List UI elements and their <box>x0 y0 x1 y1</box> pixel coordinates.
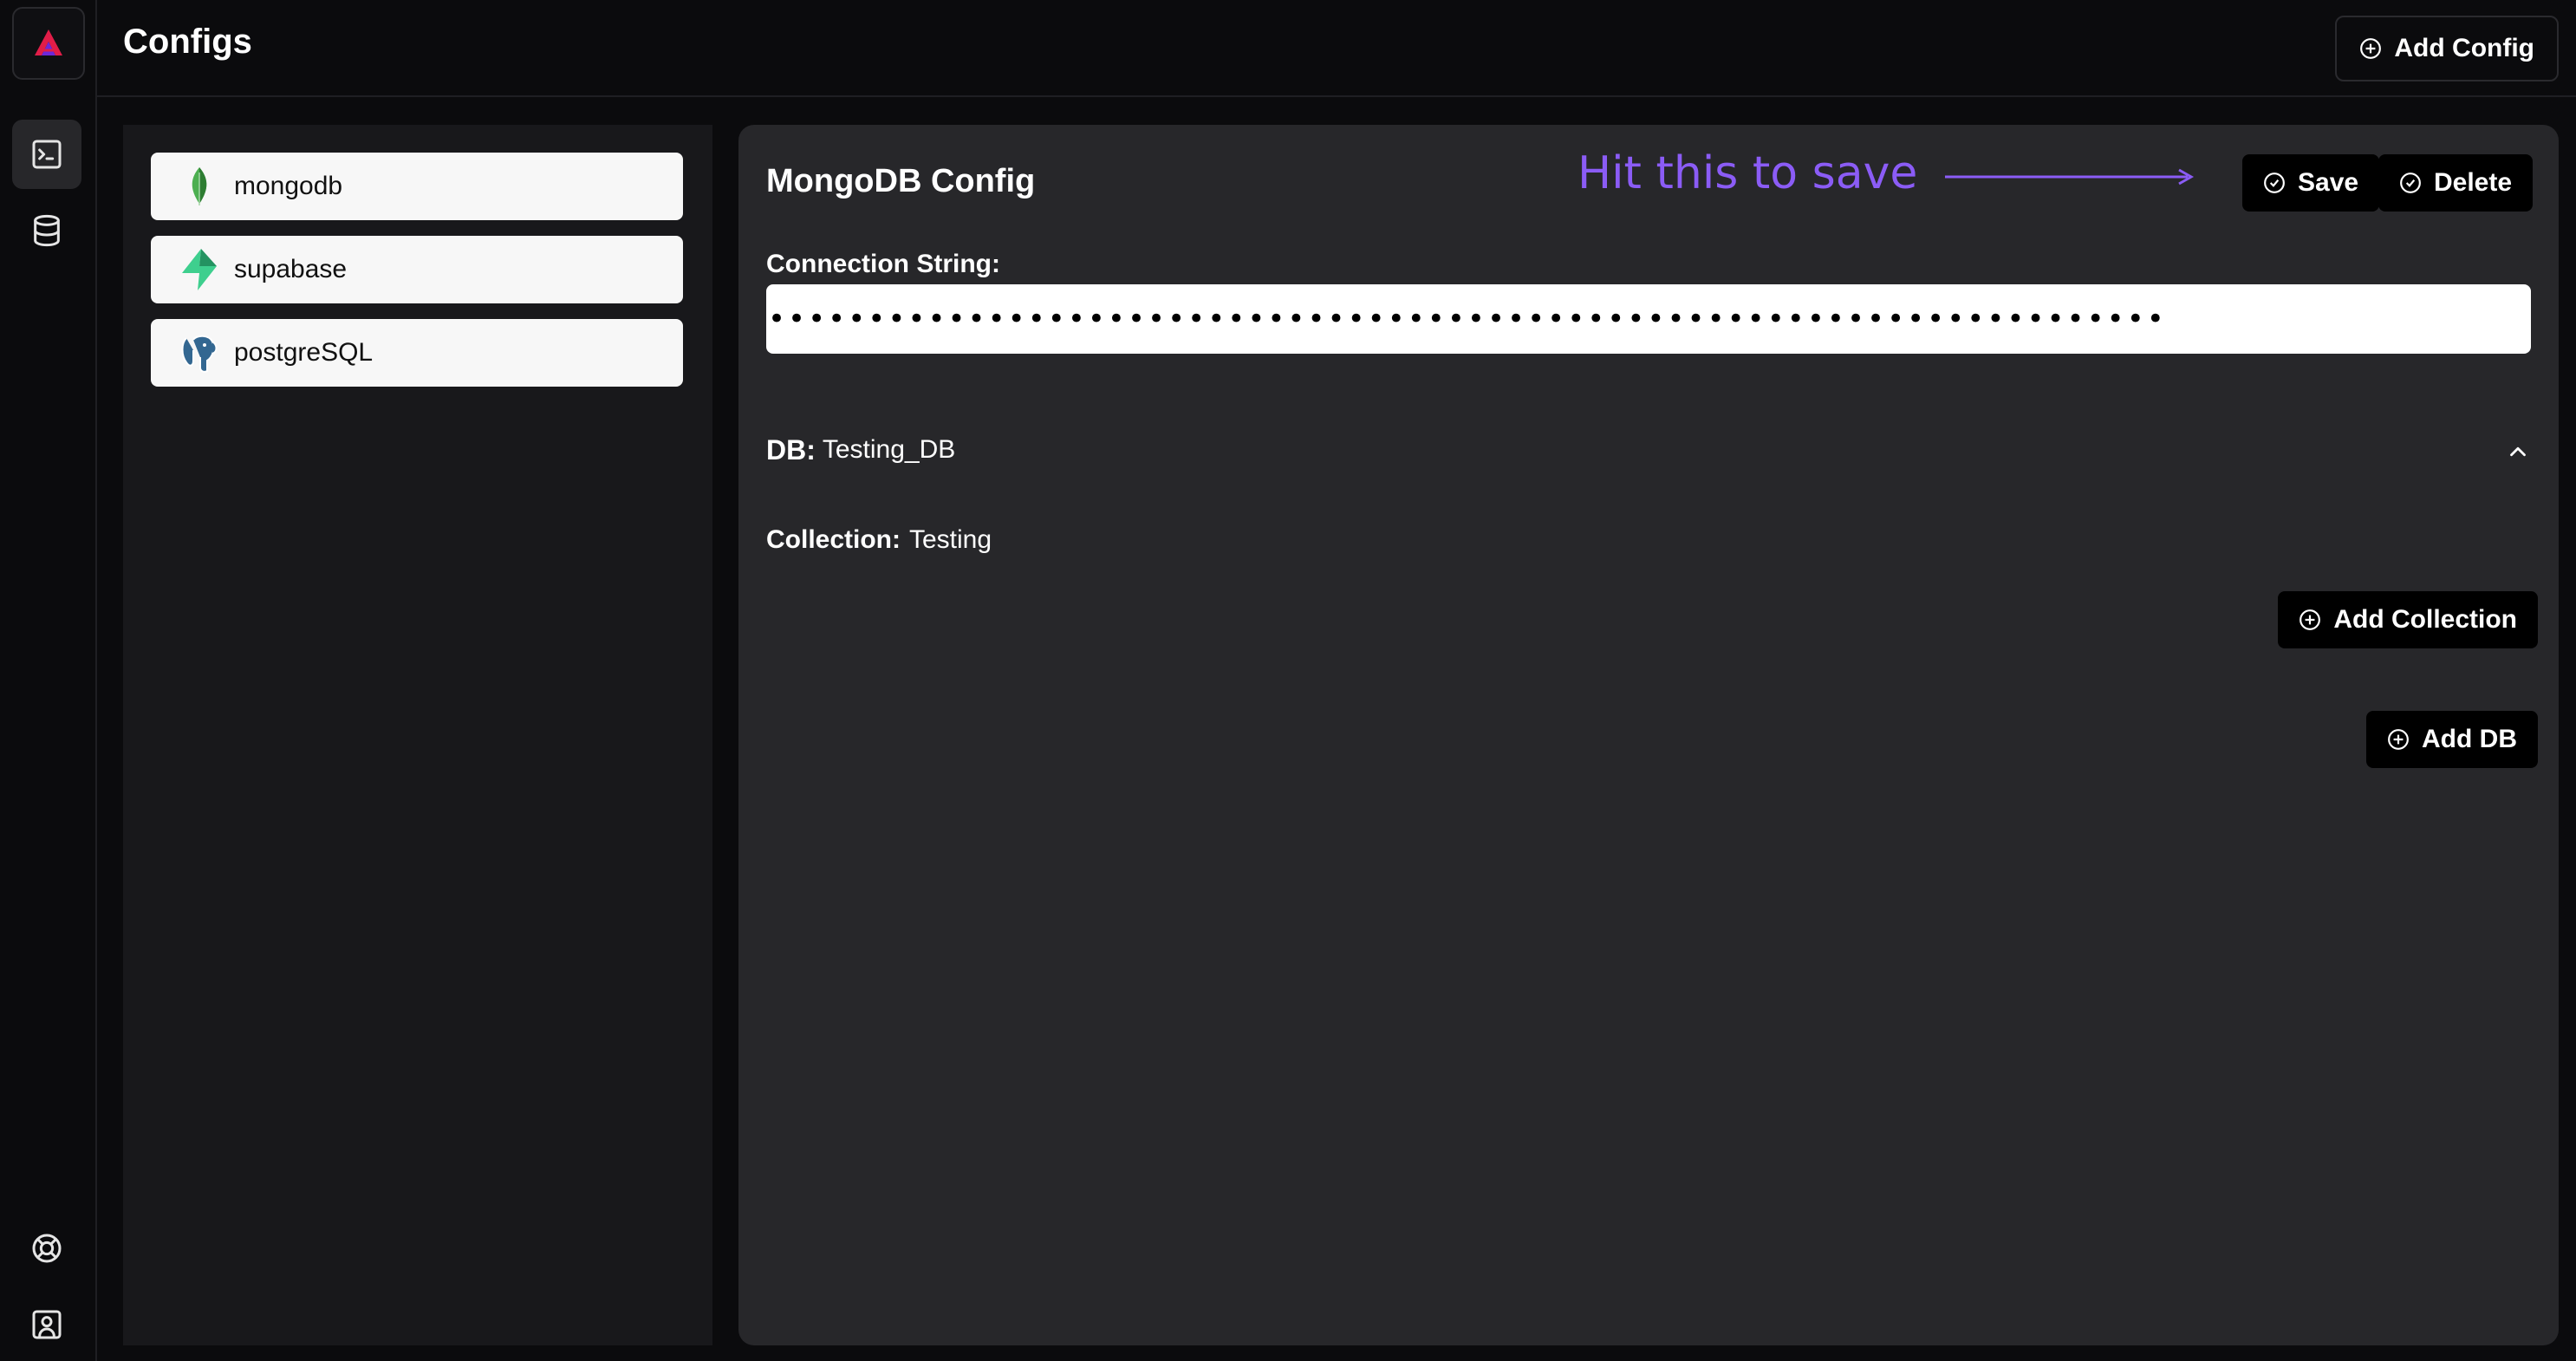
config-item-label: postgreSQL <box>234 338 374 367</box>
config-editor-panel: MongoDB Config Hit this to save Save Del… <box>738 125 2559 1345</box>
logo-icon <box>35 29 62 55</box>
rail-database-button[interactable] <box>12 196 81 265</box>
add-db-label: Add DB <box>2422 725 2517 753</box>
plus-circle-icon <box>2360 38 2382 59</box>
database-icon <box>34 214 60 247</box>
postgresql-elephant-icon <box>175 329 224 377</box>
mongodb-leaf-icon <box>175 162 224 211</box>
check-circle-icon <box>2400 173 2421 193</box>
config-item-postgresql[interactable]: postgreSQL <box>151 319 683 387</box>
add-collection-label: Add Collection <box>2333 605 2517 634</box>
collection-name-value: Testing <box>909 525 992 554</box>
rail-terminal-button[interactable] <box>12 120 81 189</box>
config-item-supabase[interactable]: supabase <box>151 236 683 303</box>
rail-profile-button[interactable] <box>12 1290 81 1359</box>
arrow-right-icon <box>1945 168 2195 186</box>
page-title: Configs <box>123 23 252 61</box>
delete-label: Delete <box>2434 168 2513 197</box>
config-list-panel: mongodb supabase postgreSQL <box>123 125 712 1345</box>
rail-help-button[interactable] <box>12 1214 81 1283</box>
db-accordion-header[interactable]: DB: Testing_DB <box>766 428 2531 472</box>
config-item-mongodb[interactable]: mongodb <box>151 153 683 220</box>
db-key-label: DB: <box>766 433 816 466</box>
add-db-button[interactable]: Add DB <box>2366 711 2538 768</box>
chevron-up-icon[interactable] <box>2505 439 2531 465</box>
connection-string-label: Connection String: <box>766 250 1000 278</box>
save-label: Save <box>2298 168 2359 197</box>
plus-circle-icon <box>2300 609 2321 630</box>
config-item-label: mongodb <box>234 172 343 200</box>
config-item-label: supabase <box>234 255 348 283</box>
supabase-bolt-icon <box>175 245 224 294</box>
connection-string-input[interactable] <box>766 284 2531 354</box>
help-lifebuoy-icon <box>32 1234 62 1263</box>
delete-button[interactable]: Delete <box>2378 154 2534 212</box>
collection-key-label: Collection: <box>766 525 901 554</box>
editor-title: MongoDB Config <box>766 163 1036 199</box>
db-name-value: Testing_DB <box>822 435 956 464</box>
plus-circle-icon <box>2388 729 2409 750</box>
add-config-label: Add Config <box>2394 34 2534 62</box>
add-config-button[interactable]: Add Config <box>2335 16 2559 81</box>
save-annotation: Hit this to save <box>1577 147 1918 199</box>
app-logo[interactable] <box>12 7 85 80</box>
check-circle-icon <box>2264 173 2285 193</box>
user-profile-icon <box>32 1310 62 1339</box>
terminal-icon <box>32 140 62 169</box>
add-collection-button[interactable]: Add Collection <box>2278 591 2538 648</box>
top-header: Configs Add Config <box>97 0 2576 97</box>
save-button[interactable]: Save <box>2242 154 2380 212</box>
icon-rail <box>0 0 97 1361</box>
collection-row: Collection: Testing <box>766 525 992 555</box>
